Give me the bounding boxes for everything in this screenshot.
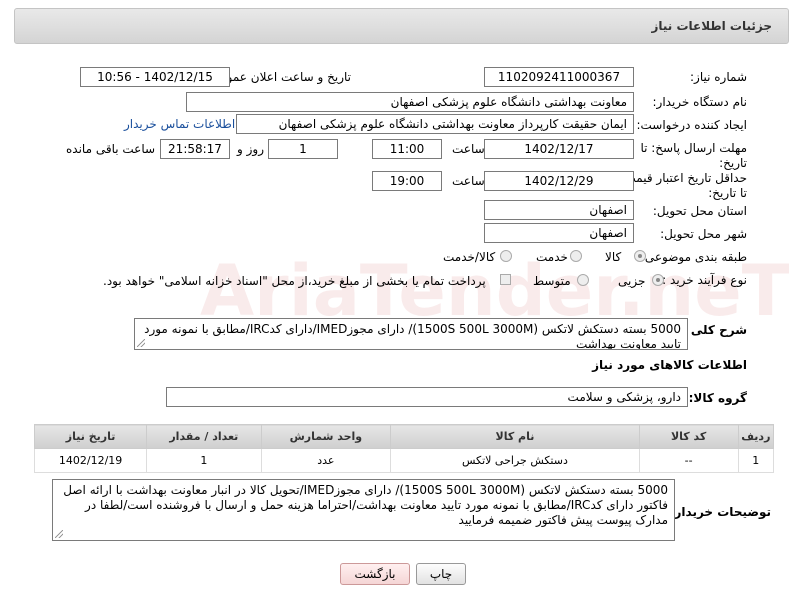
price-validity-label: حداقل تاریخ اعتبار قیمت: تا تاریخ: <box>620 171 747 200</box>
category-option-both: کالا/خدمت <box>443 250 496 264</box>
creator-label: ایجاد کننده درخواست: <box>636 118 747 132</box>
category-radio-service[interactable] <box>570 250 582 262</box>
reply-date-field: 1402/12/17 <box>484 139 634 159</box>
province-label: استان محل تحویل: <box>652 204 747 218</box>
col-qty: تعداد / مقدار <box>146 424 262 449</box>
category-label: طبقه بندی موضوعی: <box>640 250 747 264</box>
cell-name: دستکش جراحی لاتکس <box>390 448 640 473</box>
category-radio-goods[interactable] <box>634 250 646 262</box>
price-time-label: ساعت <box>452 174 485 188</box>
need-number-label: شماره نیاز: <box>690 70 747 84</box>
back-button[interactable]: بازگشت <box>340 563 410 585</box>
print-button[interactable]: چاپ <box>416 563 466 585</box>
cell-code: -- <box>638 448 739 473</box>
buyer-org-label: نام دستگاه خریدار: <box>652 95 748 109</box>
days-field: 1 <box>268 139 338 159</box>
buyer-notes-label: توضیحات خریدار: <box>669 505 771 519</box>
category-option-service: خدمت <box>536 250 568 264</box>
goods-table: ردیف کد کالا نام کالا واحد شمارش تعداد /… <box>33 424 775 473</box>
process-option-minor: جزیی <box>618 274 646 288</box>
reply-deadline-label: مهلت ارسال پاسخ: تا تاریخ: <box>640 141 747 170</box>
col-date: تاریخ نیاز <box>33 424 148 449</box>
need-number-field: 1102092411000367 <box>484 67 634 87</box>
buyer-notes-field: 5000 بسته دستکش لاتکس (1500S 500L 3000M)… <box>52 479 675 541</box>
goods-group-field: دارو، پزشکی و سلامت <box>166 387 688 407</box>
process-label: نوع فرآیند خرید : <box>662 273 747 287</box>
price-time-field: 19:00 <box>372 171 442 191</box>
category-option-goods: کالا <box>605 250 622 264</box>
col-row: ردیف <box>737 424 775 449</box>
table-row: 1 -- دستکش جراحی لاتکس عدد 1 1402/12/19 <box>33 448 775 473</box>
page-title: جزئیات اطلاعات نیاز <box>651 19 772 33</box>
category-radio-both[interactable] <box>500 250 512 262</box>
creator-field: ایمان حقیقت کارپرداز معاونت بهداشتی دانش… <box>236 114 634 134</box>
reply-time-label: ساعت <box>452 142 485 156</box>
process-radio-medium[interactable] <box>577 274 589 286</box>
process-option-medium: متوسط <box>533 274 571 288</box>
resize-handle[interactable] <box>137 339 145 347</box>
process-radio-minor[interactable] <box>652 274 664 286</box>
province-field: اصفهان <box>484 200 634 220</box>
col-name: نام کالا <box>390 424 640 449</box>
announce-field: 1402/12/15 - 10:56 <box>80 67 230 87</box>
resize-handle[interactable] <box>55 530 63 538</box>
col-code: کد کالا <box>638 424 739 449</box>
reply-time-field: 11:00 <box>372 139 442 159</box>
city-label: شهر محل تحویل: <box>660 227 747 241</box>
cell-unit: عدد <box>260 448 392 473</box>
price-date-field: 1402/12/29 <box>484 171 634 191</box>
summary-field: 5000 بسته دستکش لاتکس (1500S 500L 3000M)… <box>134 318 688 350</box>
goods-section-title: اطلاعات کالاهای مورد نیاز <box>592 358 747 372</box>
cell-date: 1402/12/19 <box>33 448 148 473</box>
buyer-contact-link[interactable]: اطلاعات تماس خریدار <box>124 117 235 131</box>
city-field: اصفهان <box>484 223 634 243</box>
buyer-org-field: معاونت بهداشتی دانشگاه علوم پزشکی اصفهان <box>186 92 634 112</box>
buyer-notes-text: 5000 بسته دستکش لاتکس (1500S 500L 3000M)… <box>63 483 668 527</box>
days-label: روز و <box>237 142 264 156</box>
col-unit: واحد شمارش <box>260 424 392 449</box>
summary-text: 5000 بسته دستکش لاتکس (1500S 500L 3000M)… <box>144 322 681 350</box>
cell-row: 1 <box>737 448 775 473</box>
treasury-note: پرداخت تمام یا بخشی از مبلغ خرید،از محل … <box>103 274 486 288</box>
header-panel: جزئیات اطلاعات نیاز <box>14 8 789 44</box>
cell-qty: 1 <box>146 448 262 473</box>
remaining-time-field: 21:58:17 <box>160 139 230 159</box>
remaining-label: ساعت باقی مانده <box>66 142 156 156</box>
goods-group-label: گروه کالا: <box>688 391 747 405</box>
treasury-checkbox[interactable] <box>500 274 511 285</box>
